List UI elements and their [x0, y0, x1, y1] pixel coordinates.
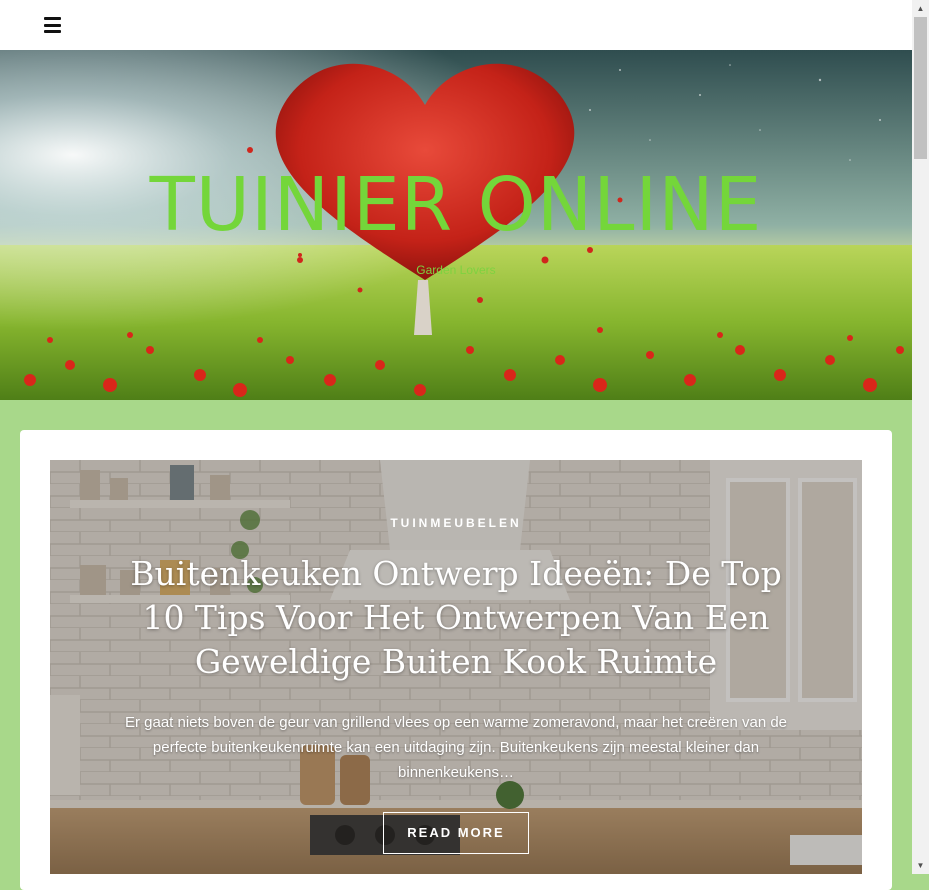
hamburger-menu-icon[interactable] — [44, 17, 61, 33]
site-tagline: Garden Lovers — [416, 263, 496, 277]
scrollbar[interactable]: ▲ ▼ — [912, 0, 929, 874]
chevron-up-icon[interactable]: ▲ — [912, 0, 929, 17]
hero-banner: TUINIER ONLINE Garden Lovers — [0, 50, 912, 400]
post-title[interactable]: Buitenkeuken Ontwerp Ideeën: De Top 10 T… — [110, 552, 802, 684]
scrollbar-thumb[interactable] — [914, 17, 927, 159]
read-more-button[interactable]: READ MORE — [383, 812, 529, 854]
featured-post: TUINMEUBELEN Buitenkeuken Ontwerp Ideeën… — [50, 460, 862, 874]
post-excerpt: Er gaat niets boven de geur van grillend… — [124, 714, 788, 781]
chevron-down-icon[interactable]: ▼ — [912, 857, 929, 874]
post-category[interactable]: TUINMEUBELEN — [50, 516, 862, 530]
top-bar — [0, 0, 912, 50]
site-title[interactable]: TUINIER ONLINE — [0, 168, 912, 242]
